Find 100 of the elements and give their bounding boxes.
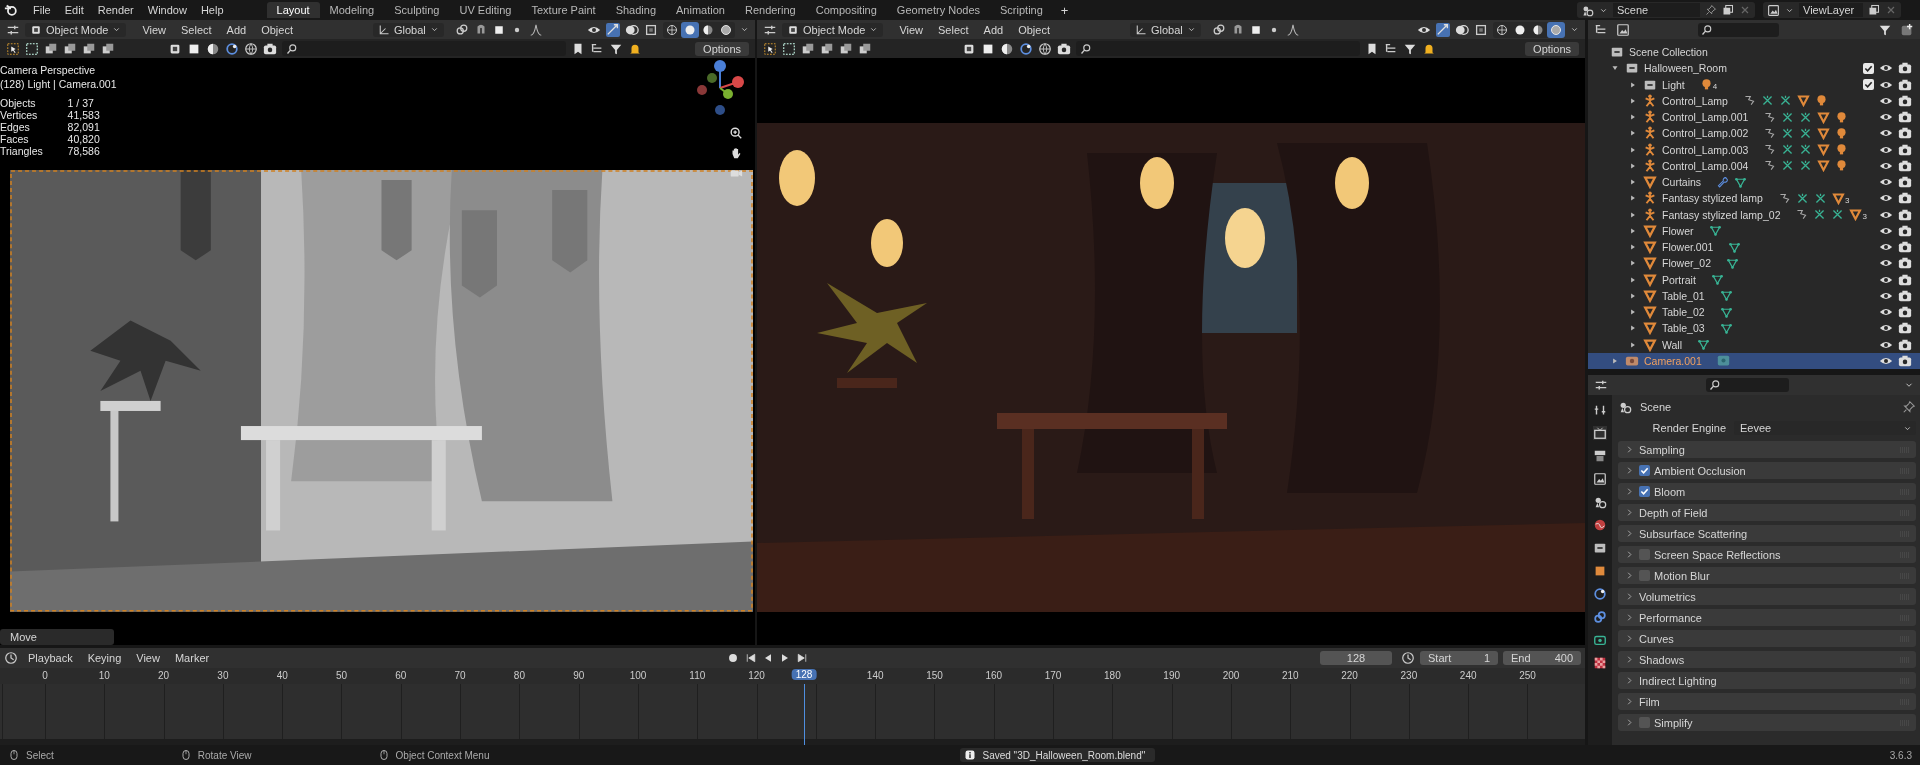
panel-header[interactable]: Performance <box>1618 609 1916 626</box>
pivot-icon[interactable] <box>1211 22 1226 37</box>
filter-icon[interactable] <box>206 41 221 56</box>
outliner-row[interactable]: Flower.001 <box>1588 239 1920 256</box>
menu-item[interactable]: Render <box>90 4 141 16</box>
gizmo-icon[interactable] <box>1436 22 1450 37</box>
options-dropdown[interactable]: Options <box>695 41 749 56</box>
camera-data-icon[interactable] <box>1593 633 1607 647</box>
pin-icon[interactable] <box>1902 400 1916 414</box>
outliner-row[interactable]: Control_Lamp.002 <box>1588 125 1920 142</box>
outliner-row[interactable]: Table_03 <box>1588 320 1920 337</box>
chevron-icon[interactable] <box>1570 25 1579 34</box>
outliner-row[interactable]: Control_Lamp.001 <box>1588 109 1920 126</box>
filter-icon[interactable] <box>1018 41 1033 56</box>
view-layer-icon[interactable] <box>1616 22 1630 37</box>
panel-header[interactable]: Screen Space Reflections <box>1618 546 1916 563</box>
menu-item[interactable]: Select <box>933 23 974 36</box>
selection-mode-icon[interactable] <box>820 41 834 56</box>
workspace-tab[interactable]: Compositing <box>805 2 887 18</box>
mesh-data-icon[interactable] <box>1719 322 1733 335</box>
panel-header[interactable]: Film <box>1618 693 1916 710</box>
pin-icon[interactable] <box>1705 4 1717 16</box>
selection-mode-icon[interactable] <box>101 41 115 56</box>
mesh-data-icon[interactable] <box>1697 338 1711 352</box>
bone-icon[interactable] <box>1781 143 1795 157</box>
options-dropdown[interactable]: Options <box>1525 41 1579 56</box>
camera-icon[interactable] <box>1898 256 1912 271</box>
tool-icon[interactable] <box>1593 403 1607 417</box>
bone-icon[interactable] <box>1781 110 1795 124</box>
search-field[interactable] <box>282 41 567 56</box>
panel-header[interactable]: Motion Blur <box>1618 567 1916 584</box>
search-field[interactable] <box>1706 378 1789 392</box>
panel-header[interactable]: Indirect Lighting <box>1618 672 1916 689</box>
menu-item[interactable]: Add <box>221 23 252 36</box>
render-engine-dropdown[interactable]: Eevee <box>1734 421 1916 435</box>
bulb-icon[interactable] <box>1835 127 1849 140</box>
panel-header[interactable]: Subsurface Scattering <box>1618 525 1916 542</box>
checkbox[interactable] <box>1639 717 1650 728</box>
workspace-tab[interactable]: UV Editing <box>449 2 522 18</box>
current-frame-field[interactable]: 128 <box>1320 651 1392 665</box>
square-icon[interactable] <box>492 23 505 36</box>
camera-icon[interactable] <box>1898 77 1912 92</box>
camera-icon[interactable] <box>1898 240 1912 255</box>
overlay-icon[interactable] <box>1455 22 1469 37</box>
workspace-tab[interactable]: Animation <box>666 2 735 18</box>
selection-mode-icon[interactable] <box>839 41 853 56</box>
mesh-data-icon[interactable] <box>1734 175 1748 189</box>
playhead[interactable]: 128 <box>791 669 817 680</box>
copy-icon[interactable] <box>1722 4 1734 16</box>
workspace-tab[interactable]: Texture Paint <box>521 2 606 18</box>
physics-icon[interactable] <box>1593 587 1607 601</box>
camera-icon[interactable] <box>1898 159 1912 173</box>
clock-icon[interactable] <box>1401 651 1415 665</box>
workspace-tab[interactable]: Shading <box>605 2 667 18</box>
constraint-icon[interactable] <box>1763 110 1777 124</box>
constraint-icon[interactable] <box>1593 610 1607 624</box>
selection-mode-icon[interactable] <box>25 41 39 56</box>
zoom-icon[interactable] <box>729 126 743 140</box>
menu-item[interactable]: File <box>26 4 58 16</box>
camera-icon[interactable] <box>1898 321 1912 336</box>
checkbox[interactable] <box>1639 465 1650 476</box>
bone-icon[interactable] <box>1813 192 1827 205</box>
bone-icon[interactable] <box>1781 127 1795 140</box>
camera-icon[interactable] <box>1898 224 1912 238</box>
menu-item[interactable]: View <box>131 652 165 664</box>
filter-icon[interactable] <box>1037 41 1052 56</box>
outliner-row[interactable]: Wall <box>1588 336 1920 353</box>
checkbox[interactable] <box>1639 486 1650 497</box>
triangle-icon[interactable] <box>1817 143 1831 157</box>
select-tool-icon[interactable] <box>763 41 777 56</box>
bone-icon[interactable] <box>1831 208 1845 222</box>
xray-icon[interactable] <box>1474 22 1488 37</box>
new-collection-icon[interactable] <box>1900 22 1914 37</box>
rendered-shading-button[interactable] <box>1547 21 1565 38</box>
outliner-row[interactable]: Control_Lamp.004 <box>1588 157 1920 175</box>
orientation-dropdown[interactable]: Global <box>373 22 444 37</box>
triangle-icon[interactable] <box>1817 159 1831 173</box>
camera-icon[interactable] <box>1898 337 1912 352</box>
camera-icon[interactable] <box>1898 94 1912 108</box>
outliner-row[interactable]: Portrait <box>1588 271 1920 288</box>
add-workspace-button[interactable]: + <box>1052 2 1077 18</box>
workspace-tab[interactable]: Layout <box>266 2 320 18</box>
close-icon[interactable] <box>1739 4 1751 16</box>
workspace-tab[interactable]: Rendering <box>734 2 806 18</box>
camera-icon[interactable] <box>1898 289 1912 303</box>
last-operator-panel[interactable]: Move <box>0 628 114 645</box>
bone-icon[interactable] <box>1799 143 1813 157</box>
wrench-icon[interactable] <box>1716 175 1730 189</box>
bulb-icon[interactable] <box>1835 143 1849 157</box>
selection-mode-icon[interactable] <box>82 41 96 56</box>
menu-item[interactable]: Window <box>140 4 194 16</box>
constraint-icon[interactable] <box>1777 192 1791 205</box>
scene-icon[interactable] <box>1593 495 1607 509</box>
object-icon[interactable] <box>1593 564 1607 578</box>
xray-icon[interactable] <box>644 22 658 37</box>
workspace-tab[interactable]: Geometry Nodes <box>886 2 990 18</box>
filter-icon[interactable] <box>263 41 278 56</box>
close-icon[interactable] <box>1885 4 1897 16</box>
selection-mode-icon[interactable] <box>858 41 872 56</box>
chevron-icon[interactable] <box>740 25 749 34</box>
